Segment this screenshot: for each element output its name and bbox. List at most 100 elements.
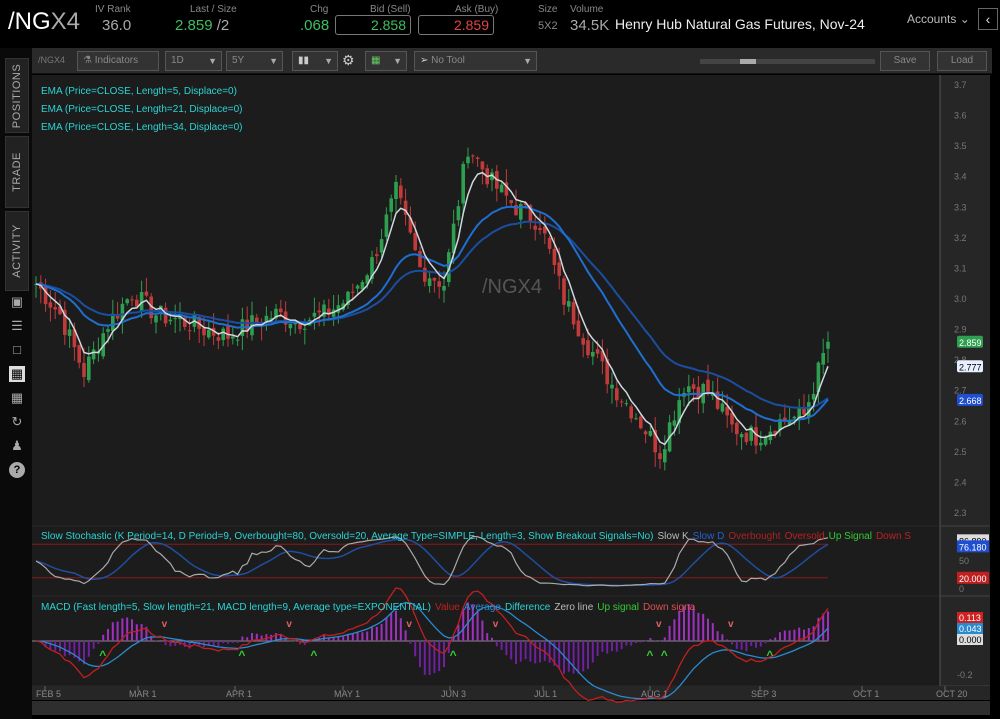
range-value: 5Y: [232, 55, 245, 66]
candle-body: [235, 339, 240, 341]
candle-body: [706, 379, 710, 392]
candle-body: [77, 345, 81, 363]
tab-activity[interactable]: ACTIVITY: [5, 211, 29, 291]
candle-body: [216, 337, 221, 341]
history-icon[interactable]: ↻: [9, 414, 25, 430]
candle-body: [591, 352, 595, 357]
candle-body: [207, 329, 211, 338]
candle-body: [168, 319, 173, 322]
ema34-study-label[interactable]: EMA (Price=CLOSE, Length=34, Displace=0): [41, 122, 243, 133]
down-signal-arrow: v: [406, 619, 412, 630]
candle-body: [663, 449, 667, 463]
candle-body: [106, 329, 110, 332]
candle-body: [82, 362, 86, 377]
time-tick: FEB 5: [36, 689, 61, 699]
chart-icon[interactable]: ▦: [9, 366, 25, 382]
candle-body: [802, 408, 806, 415]
price-tick: 3.7: [954, 80, 967, 90]
price-tick: 3.5: [954, 141, 967, 151]
candle-body: [792, 416, 797, 419]
time-tick: JUN 3: [441, 689, 466, 699]
time-tick: MAY 1: [334, 689, 360, 699]
time-axis: [32, 686, 990, 700]
chart-symbol: /NGX4: [38, 55, 66, 65]
time-tick: OCT 1: [853, 689, 879, 699]
candle-body: [639, 416, 643, 429]
candle-body: [672, 420, 677, 426]
aggregation-select[interactable]: 1D ▼: [165, 51, 222, 71]
macd-tick: -0.2: [957, 670, 973, 680]
candle-body: [423, 267, 427, 282]
iv-rank-label: IV Rank: [95, 4, 131, 15]
community-icon[interactable]: ♟: [9, 438, 25, 454]
list-icon[interactable]: ☰: [9, 318, 25, 334]
candle-body: [480, 161, 485, 170]
candle-body: [163, 307, 168, 324]
last-size-label: Last / Size: [190, 4, 237, 15]
macd-legend[interactable]: MACD (Fast length=5, Slow length=21, MAC…: [41, 602, 696, 613]
candle-body: [226, 325, 230, 339]
candle-body: [53, 307, 57, 310]
chart-style-select[interactable]: ▮▮ ▼: [292, 51, 338, 71]
ema21-tag: 2.668: [959, 396, 982, 406]
indicators-label: Indicators: [94, 55, 139, 66]
accounts-label: Accounts: [907, 12, 957, 26]
candle-body: [499, 184, 504, 193]
candle-body: [533, 225, 537, 230]
bid-button[interactable]: 2.858: [335, 15, 411, 35]
price-tick: 2.4: [954, 477, 967, 487]
ema21-study-label[interactable]: EMA (Price=CLOSE, Length=21, Displace=0): [41, 104, 243, 115]
symbol[interactable]: /NGX4: [8, 8, 80, 36]
chevron-down-icon: ⌄: [959, 12, 970, 26]
news-icon[interactable]: ▣: [9, 294, 25, 310]
grid-icon[interactable]: ▦: [9, 390, 25, 406]
candle-icon: ▮▮: [298, 55, 310, 66]
candle-body: [48, 302, 53, 308]
candle-body: [763, 437, 768, 445]
accounts-menu[interactable]: Accounts ⌄: [907, 12, 970, 26]
chevron-down-icon: ▼: [523, 56, 532, 66]
chg-label: Chg: [310, 4, 329, 15]
tab-positions[interactable]: POSITIONS: [5, 58, 29, 133]
chevron-down-icon: ▼: [393, 56, 402, 66]
price-tick: 3.3: [954, 202, 967, 212]
time-tick: JUL 1: [534, 689, 557, 699]
candle-body: [394, 181, 398, 200]
load-button[interactable]: Load: [937, 51, 987, 71]
ask-button[interactable]: 2.859: [418, 15, 494, 35]
drawing-tool-select[interactable]: ➢ No Tool ▼: [414, 51, 537, 71]
candle-body: [471, 155, 475, 157]
candle-body: [571, 302, 576, 325]
time-tick: OCT 20: [936, 689, 967, 699]
tv-icon[interactable]: □: [9, 342, 25, 358]
collapse-panel-button[interactable]: ‹: [978, 8, 998, 30]
time-scroller-thumb[interactable]: [740, 59, 756, 64]
time-scroller[interactable]: [700, 59, 875, 64]
up-signal-arrow: ^: [310, 648, 317, 662]
down-signal-arrow: v: [162, 619, 168, 630]
tab-trade[interactable]: TRADE: [5, 136, 29, 208]
time-tick: APR 1: [226, 689, 252, 699]
candle-body: [567, 301, 571, 307]
settings-gear-icon[interactable]: ⚙: [342, 52, 355, 69]
candle-body: [437, 281, 441, 287]
range-select[interactable]: 5Y ▼: [226, 51, 283, 71]
candle-body: [720, 403, 725, 412]
ema5-study-label[interactable]: EMA (Price=CLOSE, Length=5, Displace=0): [41, 86, 237, 97]
indicators-button[interactable]: ⚗ Indicators: [77, 51, 159, 71]
layout-select[interactable]: ▦ ▼: [365, 51, 407, 71]
price-tick: 2.3: [954, 508, 967, 518]
volume-label: Volume: [570, 4, 604, 15]
help-icon[interactable]: ?: [9, 462, 25, 478]
candle-body: [557, 262, 561, 276]
candle-body: [466, 156, 470, 164]
candle-body: [811, 393, 816, 400]
candle-body: [202, 327, 206, 336]
candle-body: [442, 285, 446, 291]
chart-canvas[interactable]: /NGX4 ^ v ^ v ^ v ^ v ^ v ^ v ^ 3.7 3.6 3.5 3.4 3.3 3.2 3.1…: [32, 75, 992, 719]
aggregation-value: 1D: [171, 55, 184, 66]
candle-body: [111, 313, 115, 331]
price-tick: 2.9: [954, 325, 967, 335]
save-button[interactable]: Save: [880, 51, 930, 71]
last-price: 2.859 /2: [175, 17, 229, 34]
